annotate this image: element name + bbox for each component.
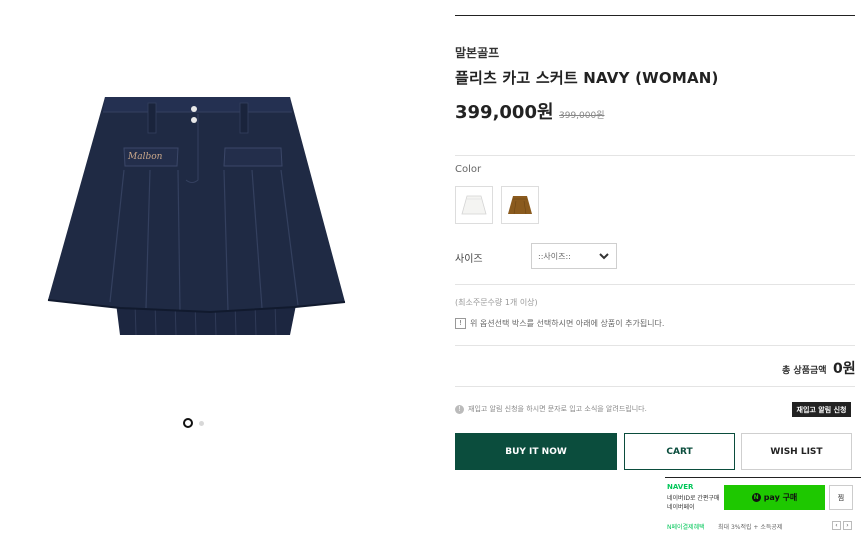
gallery-dots bbox=[183, 418, 204, 428]
cart-button[interactable]: CART bbox=[624, 433, 735, 470]
swatch-white[interactable] bbox=[455, 186, 493, 224]
npay-icon: N bbox=[751, 493, 761, 502]
naver-pay-label: pay 구매 bbox=[763, 493, 798, 502]
restock-button[interactable]: 재입고 알림 신청 bbox=[792, 402, 851, 417]
restock-info-text: 재입고 알림 신청을 하시면 문자로 입고 소식을 알려드립니다. bbox=[468, 405, 647, 413]
divider bbox=[455, 155, 855, 156]
naver-logo: NAVER bbox=[667, 483, 694, 491]
top-divider bbox=[455, 15, 855, 16]
total-label: 총 상품금액 bbox=[782, 366, 827, 376]
restock-info: ! 재입고 알림 신청을 하시면 문자로 입고 소식을 알려드립니다. bbox=[455, 404, 647, 414]
brown-skirt-thumb bbox=[508, 196, 532, 215]
naver-jjim-button[interactable]: 찜 bbox=[829, 485, 853, 510]
skirt-photo bbox=[47, 97, 346, 336]
total-value: 0원 bbox=[833, 361, 856, 377]
skirt-logo: Malbon bbox=[128, 152, 163, 162]
size-select[interactable]: ::사이즈:: bbox=[531, 243, 617, 269]
notice-icon: ! bbox=[455, 318, 466, 329]
naver-pay-button[interactable]: N pay 구매 bbox=[724, 485, 825, 510]
product-title: 플리츠 카고 스커트 NAVY (WOMAN) bbox=[455, 69, 719, 87]
option-notice: ! 위 옵션선택 박스를 선택하시면 아래에 상품이 추가됩니다. bbox=[455, 318, 664, 329]
wish-list-button[interactable]: WISH LIST bbox=[741, 433, 852, 470]
color-label: Color bbox=[455, 164, 482, 175]
info-icon: ! bbox=[455, 404, 464, 414]
next-icon[interactable]: › bbox=[843, 521, 852, 530]
swatch-brown[interactable] bbox=[501, 186, 539, 224]
product-price: 399,000원 bbox=[455, 102, 554, 123]
prev-icon[interactable]: ‹ bbox=[832, 521, 841, 530]
original-price: 399,000원 bbox=[559, 111, 605, 121]
divider bbox=[455, 386, 855, 387]
npay-benefit-text: 최대 3%적립 + 소득공제 bbox=[718, 524, 783, 531]
white-skirt-thumb bbox=[461, 195, 487, 215]
chevron-down-icon bbox=[599, 253, 609, 260]
divider bbox=[455, 345, 855, 346]
naver-sub1: 네이버ID로 간편구매 bbox=[667, 495, 720, 502]
size-label: 사이즈 bbox=[455, 254, 483, 265]
buy-now-button[interactable]: BUY IT NOW bbox=[455, 433, 617, 470]
npay-benefit-label: N페이결제혜택 bbox=[667, 524, 705, 531]
divider bbox=[455, 284, 855, 285]
gallery-dot-1[interactable] bbox=[183, 418, 193, 428]
gallery-dot-2[interactable] bbox=[199, 420, 204, 426]
naver-sub2: 네이버페이 bbox=[667, 504, 695, 511]
product-image[interactable]: Malbon bbox=[40, 40, 360, 380]
brand-name[interactable]: 말본골프 bbox=[455, 44, 499, 61]
option-notice-text: 위 옵션선택 박스를 선택하시면 아래에 상품이 추가됩니다. bbox=[470, 319, 665, 328]
size-select-value: ::사이즈:: bbox=[538, 251, 571, 261]
min-qty-text: (최소주문수량 1개 이상) bbox=[455, 298, 538, 307]
